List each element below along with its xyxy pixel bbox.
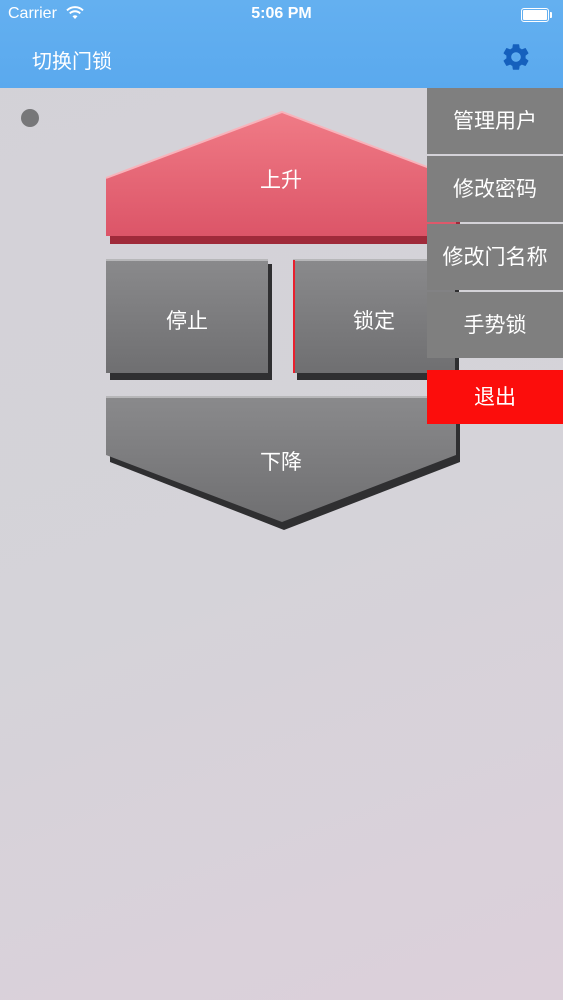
menu-item-gesture-lock[interactable]: 手势锁 bbox=[427, 292, 563, 358]
menu-item-rename-door[interactable]: 修改门名称 bbox=[427, 224, 563, 290]
dropdown-menu: 管理用户 修改密码 修改门名称 手势锁 退出 bbox=[427, 88, 563, 426]
stop-button[interactable]: 停止 bbox=[106, 305, 268, 335]
menu-item-change-password[interactable]: 修改密码 bbox=[427, 156, 563, 222]
down-button[interactable]: 下降 bbox=[106, 446, 456, 476]
menu-item-manage-users[interactable]: 管理用户 bbox=[427, 88, 563, 154]
up-button[interactable]: 上升 bbox=[106, 164, 456, 194]
exit-button[interactable]: 退出 bbox=[427, 370, 563, 424]
